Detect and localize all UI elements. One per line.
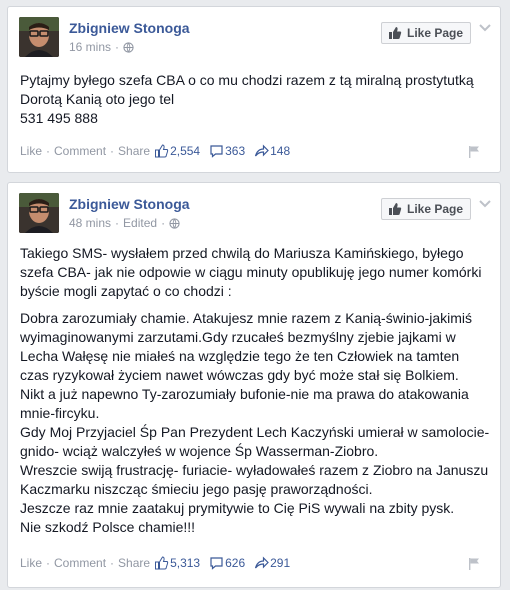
- post-meta: 16 mins ·: [69, 40, 134, 54]
- post-paragraph: Wreszcie swiją frustrację- furiacie- wył…: [20, 462, 489, 497]
- post-paragraph: Nikt a już napewno Ty-zarozumiały bufoni…: [20, 386, 469, 421]
- like-page-button[interactable]: Like Page: [381, 22, 472, 44]
- post-footer: Like · Comment · Share 2,554 363 148: [20, 144, 490, 158]
- comment-link[interactable]: Comment: [54, 144, 106, 158]
- like-link[interactable]: Like: [20, 144, 42, 158]
- thumbs-up-icon[interactable]: [154, 144, 169, 158]
- like-count[interactable]: 2,554: [170, 144, 200, 158]
- post-card: Zbigniew Stonoga 48 mins · Edited · Like…: [7, 182, 501, 588]
- footer-separator: ·: [110, 556, 115, 570]
- post-card: Zbigniew Stonoga 16 mins · Like Page Pyt…: [7, 6, 501, 173]
- flag-icon[interactable]: [468, 145, 480, 158]
- globe-icon[interactable]: [169, 217, 180, 229]
- post-paragraph: 531 495 888: [20, 110, 98, 126]
- avatar[interactable]: [19, 17, 59, 57]
- timestamp[interactable]: 48 mins: [69, 216, 111, 230]
- share-link[interactable]: Share: [118, 556, 150, 570]
- like-count[interactable]: 5,313: [170, 556, 200, 570]
- author-name[interactable]: Zbigniew Stonoga: [69, 20, 190, 36]
- comment-count[interactable]: 363: [225, 144, 245, 158]
- meta-separator: ·: [115, 40, 120, 54]
- post-footer: Like · Comment · Share 5,313 626 291: [20, 556, 490, 570]
- author-name[interactable]: Zbigniew Stonoga: [69, 196, 190, 212]
- meta-separator: ·: [161, 216, 166, 230]
- footer-separator: ·: [46, 556, 51, 570]
- edited-label[interactable]: Edited: [123, 216, 157, 230]
- post-paragraph: Dobra zarozumiały chamie. Atakujesz mnie…: [20, 310, 473, 383]
- share-link[interactable]: Share: [118, 144, 150, 158]
- footer-separator: ·: [46, 144, 51, 158]
- post-paragraph: Gdy Moj Przyjaciel Śp Pan Prezydent Lech…: [20, 424, 490, 459]
- post-paragraph: Pytajmy byłego szefa CBA o co mu chodzi …: [20, 72, 474, 107]
- post-paragraph: Takiego SMS- wysłałem przed chwilą do Ma…: [20, 245, 482, 299]
- share-count[interactable]: 291: [270, 556, 290, 570]
- meta-separator: ·: [115, 216, 120, 230]
- post-paragraph: Jeszcze raz mnie zaatakuj prymitywie to …: [20, 500, 455, 516]
- thumbs-up-icon: [389, 27, 402, 39]
- like-page-label: Like Page: [407, 202, 464, 216]
- comment-icon[interactable]: [209, 556, 224, 570]
- post-meta: 48 mins · Edited ·: [69, 216, 180, 230]
- post-paragraph: Nie szkodź Polsce chamie!!!: [20, 519, 196, 535]
- thumbs-up-icon: [389, 203, 402, 215]
- like-page-label: Like Page: [407, 26, 464, 40]
- share-icon[interactable]: [254, 144, 269, 158]
- flag-icon[interactable]: [468, 557, 480, 570]
- globe-icon[interactable]: [123, 41, 134, 53]
- like-link[interactable]: Like: [20, 556, 42, 570]
- chevron-down-icon[interactable]: [478, 23, 492, 33]
- share-icon[interactable]: [254, 556, 269, 570]
- avatar[interactable]: [19, 193, 59, 233]
- timestamp[interactable]: 16 mins: [69, 40, 111, 54]
- share-count[interactable]: 148: [270, 144, 290, 158]
- comment-count[interactable]: 626: [225, 556, 245, 570]
- comment-icon[interactable]: [209, 144, 224, 158]
- post-text: Pytajmy byłego szefa CBA o co mu chodzi …: [20, 71, 490, 128]
- like-page-button[interactable]: Like Page: [381, 198, 472, 220]
- comment-link[interactable]: Comment: [54, 556, 106, 570]
- footer-separator: ·: [110, 144, 115, 158]
- thumbs-up-icon[interactable]: [154, 556, 169, 570]
- post-text: Takiego SMS- wysłałem przed chwilą do Ma…: [20, 244, 490, 537]
- chevron-down-icon[interactable]: [478, 199, 492, 209]
